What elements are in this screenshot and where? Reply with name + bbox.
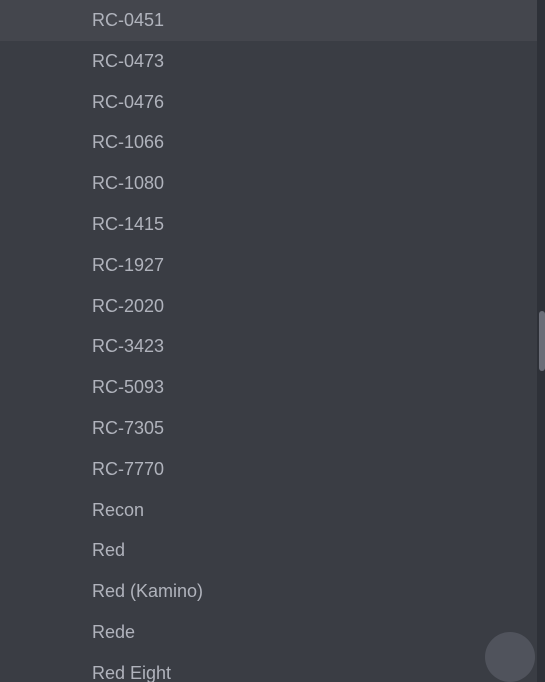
scrollbar[interactable] xyxy=(537,0,545,682)
list-item-item-rede[interactable]: Rede xyxy=(0,612,545,653)
list-item-item-red[interactable]: Red xyxy=(0,530,545,571)
list-item-item-red-kamino[interactable]: Red (Kamino) xyxy=(0,571,545,612)
list-item-item-rc3423[interactable]: RC-3423 xyxy=(0,326,545,367)
avatar xyxy=(485,632,535,682)
list-item-item-rc0451[interactable]: RC-0451 xyxy=(0,0,545,41)
list-item-item-rc0473[interactable]: RC-0473 xyxy=(0,41,545,82)
list-item-item-rc1415[interactable]: RC-1415 xyxy=(0,204,545,245)
list-items: RC-0451RC-0473RC-0476RC-1066RC-1080RC-14… xyxy=(0,0,545,682)
list-item-item-red-eight[interactable]: Red Eight xyxy=(0,653,545,682)
list-item-item-recon[interactable]: Recon xyxy=(0,490,545,531)
list-item-item-rc1080[interactable]: RC-1080 xyxy=(0,163,545,204)
list-item-item-rc5093[interactable]: RC-5093 xyxy=(0,367,545,408)
scrollbar-thumb[interactable] xyxy=(539,311,545,371)
list-item-item-rc0476[interactable]: RC-0476 xyxy=(0,82,545,123)
list-item-item-rc1066[interactable]: RC-1066 xyxy=(0,122,545,163)
list-item-item-rc2020[interactable]: RC-2020 xyxy=(0,286,545,327)
list-item-item-rc7305[interactable]: RC-7305 xyxy=(0,408,545,449)
list-container: RC-0451RC-0473RC-0476RC-1066RC-1080RC-14… xyxy=(0,0,545,682)
list-item-item-rc1927[interactable]: RC-1927 xyxy=(0,245,545,286)
list-item-item-rc7770[interactable]: RC-7770 xyxy=(0,449,545,490)
